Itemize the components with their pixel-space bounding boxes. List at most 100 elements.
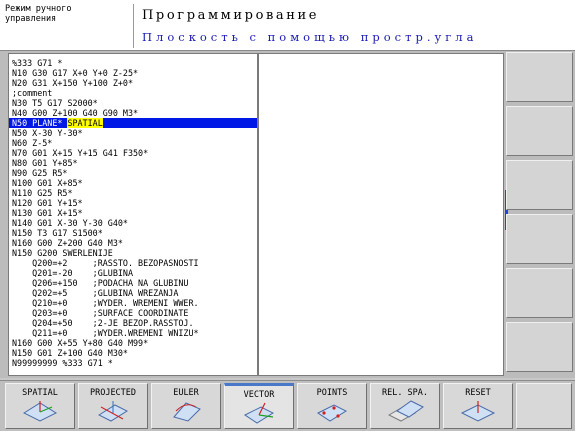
program-line[interactable]: N10 G30 G17 X+0 Y+0 Z-25* bbox=[12, 68, 257, 78]
program-line-text: N130 G01 X+15* bbox=[12, 208, 83, 218]
selected-token: SPATIAL bbox=[67, 118, 103, 128]
program-editor[interactable]: %333 G71 * N10 G30 G17 X+0 Y+0 Z-25* N20 G… bbox=[8, 53, 258, 376]
plane-spatial-icon bbox=[22, 401, 58, 422]
program-line[interactable]: N40 G00 Z+100 G40 G90 M3* bbox=[12, 108, 257, 118]
softkey-label: POINTS bbox=[316, 388, 348, 398]
softkey-euler[interactable]: EULER bbox=[151, 383, 221, 429]
program-line[interactable]: N50 X-30 Y-30* bbox=[12, 128, 257, 138]
program-line-text: Q203=+0 ;SURFACE COORDINATE bbox=[12, 308, 189, 318]
program-line[interactable]: N160 G00 X+55 Y+80 G40 M99* bbox=[12, 338, 257, 348]
program-line-selected[interactable]: N50 PLANE* SPATIAL bbox=[9, 118, 257, 128]
softkey-rel-spa[interactable]: REL. SPA. bbox=[370, 383, 440, 429]
vertical-softkey-2[interactable] bbox=[506, 106, 573, 156]
program-line[interactable]: Q202=+5 ;GLUBINA WREZANJA bbox=[12, 288, 257, 298]
operating-mode-box: Режим ручного управления bbox=[5, 4, 134, 48]
program-line[interactable]: ;comment bbox=[12, 88, 257, 98]
program-line-text: Q202=+5 ;GLUBINA WREZANJA bbox=[12, 288, 179, 298]
softkey-label: RESET bbox=[465, 388, 491, 398]
vertical-softkey-5[interactable] bbox=[506, 268, 573, 318]
header-bar: Режим ручного управления Программировани… bbox=[0, 0, 575, 51]
softkey-points[interactable]: POINTS bbox=[297, 383, 367, 429]
program-line-text: N50 X-30 Y-30* bbox=[12, 128, 83, 138]
program-line-text: N40 G00 Z+100 G40 G90 M3* bbox=[12, 108, 139, 118]
plane-relspa-icon bbox=[387, 400, 424, 422]
program-line-list: %333 G71 * N10 G30 G17 X+0 Y+0 Z-25* N20 G… bbox=[9, 58, 257, 368]
softkey-label: EULER bbox=[173, 388, 199, 398]
softkey-spatial[interactable]: SPATIAL bbox=[5, 383, 75, 429]
program-line[interactable]: N80 G01 Y+85* bbox=[12, 158, 257, 168]
program-line-text: N150 G200 SWERLENIJE bbox=[12, 248, 113, 258]
softkey-projected[interactable]: PROJECTED bbox=[78, 383, 148, 429]
program-line[interactable]: Q206=+150 ;PODACHA NA GLUBINU bbox=[12, 278, 257, 288]
program-line-text: N150 G01 Z+100 G40 M30* bbox=[12, 348, 128, 358]
program-line-text: Q211=+0 ;WYDER.WREMENI WNIZU* bbox=[12, 328, 199, 338]
program-line[interactable]: N150 T3 G17 S1500* bbox=[12, 228, 257, 238]
program-line-text: N30 T5 G17 S2000* bbox=[12, 98, 98, 108]
program-line-text: Q204=+50 ;2-JE BEZOP.RASSTOJ. bbox=[12, 318, 194, 328]
program-line-text: N20 G31 X+150 Y+100 Z+0* bbox=[12, 78, 134, 88]
mode-label-line1: Режим ручного bbox=[5, 4, 72, 14]
program-line[interactable]: N150 G200 SWERLENIJE bbox=[12, 248, 257, 258]
program-line-text: N120 G01 Y+15* bbox=[12, 198, 83, 208]
program-line-text: N70 G01 X+15 Y+15 G41 F350* bbox=[12, 148, 149, 158]
program-line-text: N100 G01 X+85* bbox=[12, 178, 83, 188]
program-line-text: N160 G00 X+55 Y+80 G40 M99* bbox=[12, 338, 149, 348]
softkey-label: SPATIAL bbox=[22, 388, 58, 398]
program-line-text: Q206=+150 ;PODACHA NA GLUBINU bbox=[12, 278, 189, 288]
program-line-text: ;comment bbox=[12, 88, 53, 98]
program-line[interactable]: Q204=+50 ;2-JE BEZOP.RASSTOJ. bbox=[12, 318, 257, 328]
graphics-pane bbox=[258, 53, 508, 376]
vertical-softkey-bar bbox=[506, 52, 575, 378]
page-title: Программирование bbox=[142, 8, 320, 23]
softkey-vector[interactable]: VECTOR bbox=[224, 383, 294, 429]
vertical-softkey-1[interactable] bbox=[506, 52, 573, 102]
program-line-text: N50 PLANE* bbox=[12, 118, 68, 128]
program-line[interactable]: N120 G01 Y+15* bbox=[12, 198, 257, 208]
page-subtitle: Плоскость с помощью простр.угла bbox=[142, 30, 478, 44]
program-line-text: N90 G25 R5* bbox=[12, 168, 68, 178]
program-line[interactable]: Q210=+0 ;WYDER. WREMENI WWER. bbox=[12, 298, 257, 308]
softkey-label: PROJECTED bbox=[89, 388, 137, 398]
program-line-text: %333 G71 * bbox=[12, 58, 63, 68]
program-line[interactable]: Q201=-20 ;GLUBINA bbox=[12, 268, 257, 278]
plane-projected-icon bbox=[97, 401, 129, 422]
softkey-bar: SPATIAL PROJECTED EULER VECTOR POINTS RE… bbox=[0, 380, 575, 431]
program-line[interactable]: N30 T5 G17 S2000* bbox=[12, 98, 257, 108]
plane-euler-icon bbox=[173, 402, 201, 422]
mode-label-line2: управления bbox=[5, 14, 57, 24]
program-line[interactable]: Q203=+0 ;SURFACE COORDINATE bbox=[12, 308, 257, 318]
plane-reset-icon bbox=[460, 401, 496, 422]
vertical-softkey-3[interactable] bbox=[506, 160, 573, 210]
program-line-text: N160 G00 Z+200 G40 M3* bbox=[12, 238, 123, 248]
program-line-text: Q200=+2 ;RASSTO. BEZOPASNOSTI bbox=[12, 258, 199, 268]
plane-points-icon bbox=[317, 404, 348, 422]
program-line[interactable]: N90 G25 R5* bbox=[12, 168, 257, 178]
program-line[interactable]: N160 G00 Z+200 G40 M3* bbox=[12, 238, 257, 248]
program-line[interactable]: N140 G01 X-30 Y-30 G40* bbox=[12, 218, 257, 228]
program-line[interactable]: Q200=+2 ;RASSTO. BEZOPASNOSTI bbox=[12, 258, 257, 268]
softkey-reset[interactable]: RESET bbox=[443, 383, 513, 429]
program-line[interactable]: N20 G31 X+150 Y+100 Z+0* bbox=[12, 78, 257, 88]
program-line-text: N10 G30 G17 X+0 Y+0 Z-25* bbox=[12, 68, 139, 78]
program-line-text: N99999999 %333 G71 * bbox=[12, 358, 113, 368]
program-line[interactable]: %333 G71 * bbox=[12, 58, 257, 68]
program-line[interactable]: N110 G25 R5* bbox=[12, 188, 257, 198]
vertical-softkey-6[interactable] bbox=[506, 322, 573, 372]
program-line[interactable]: N130 G01 X+15* bbox=[12, 208, 257, 218]
program-line-text: N80 G01 Y+85* bbox=[12, 158, 78, 168]
softkey-label: REL. SPA. bbox=[381, 388, 429, 398]
program-line-text: Q210=+0 ;WYDER. WREMENI WWER. bbox=[12, 298, 199, 308]
vertical-softkey-4[interactable] bbox=[506, 214, 573, 264]
program-line[interactable]: N60 Z-5* bbox=[12, 138, 257, 148]
program-line-text: N150 T3 G17 S1500* bbox=[12, 228, 103, 238]
program-line[interactable]: N100 G01 X+85* bbox=[12, 178, 257, 188]
program-line-text: N60 Z-5* bbox=[12, 138, 53, 148]
program-line-text: Q201=-20 ;GLUBINA bbox=[12, 268, 134, 278]
program-line[interactable]: N150 G01 Z+100 G40 M30* bbox=[12, 348, 257, 358]
plane-vector-icon bbox=[244, 402, 275, 424]
program-line[interactable]: Q211=+0 ;WYDER.WREMENI WNIZU* bbox=[12, 328, 257, 338]
softkey-empty[interactable] bbox=[516, 383, 572, 429]
program-line-text: N110 G25 R5* bbox=[12, 188, 73, 198]
program-line[interactable]: N70 G01 X+15 Y+15 G41 F350* bbox=[12, 148, 257, 158]
program-line[interactable]: N99999999 %333 G71 * bbox=[12, 358, 257, 368]
